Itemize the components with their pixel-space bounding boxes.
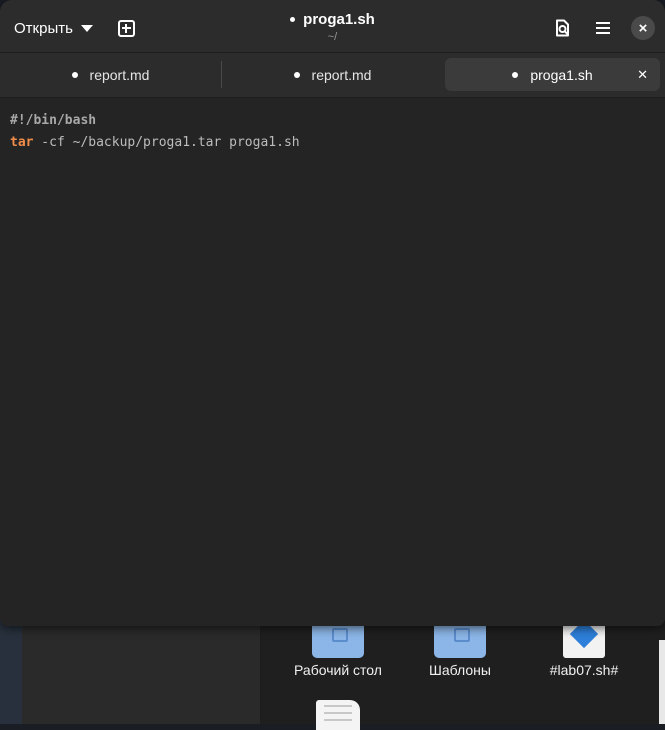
open-button[interactable]: Открыть (6, 12, 101, 44)
tab-label: proga1.sh (530, 66, 593, 83)
file-item-label: #lab07.sh# (549, 662, 619, 678)
file-item-desktop[interactable]: Рабочий стол (278, 624, 398, 678)
hamburger-menu-icon (596, 22, 610, 34)
file-item-label: Шаблоны (429, 662, 491, 678)
window-title: proga1.sh (303, 11, 375, 28)
close-icon: × (631, 16, 655, 40)
folder-desktop-icon (312, 624, 364, 658)
code-content[interactable]: #!/bin/bash tar -cf ~/backup/proga1.tar p… (10, 110, 300, 154)
tab-report-md-1[interactable]: report.md (0, 58, 221, 91)
command-keyword: tar (10, 135, 34, 150)
code-editor[interactable]: #!/bin/bash tar -cf ~/backup/proga1.tar p… (0, 98, 665, 626)
search-button[interactable] (547, 12, 579, 44)
tab-close-icon[interactable]: ✕ (637, 67, 648, 83)
tab-label: report.md (89, 66, 150, 83)
header-bar: Открыть proga1.sh ~/ × (0, 0, 665, 53)
code-line-1: #!/bin/bash (10, 110, 300, 132)
modified-indicator-icon (290, 17, 296, 22)
code-line-2: tar -cf ~/backup/proga1.tar proga1.sh (10, 132, 300, 154)
window-title-area: proga1.sh ~/ (200, 11, 465, 43)
main-menu-button[interactable] (587, 12, 619, 44)
modified-indicator-icon (71, 71, 78, 78)
document-search-icon (556, 19, 569, 37)
tab-label: report.md (311, 66, 372, 83)
script-file-icon (563, 624, 605, 658)
tab-proga1-sh[interactable]: proga1.sh ✕ (445, 58, 660, 91)
new-tab-icon (117, 19, 135, 37)
window-subtitle: ~/ (327, 31, 338, 43)
tab-bar: report.md report.md proga1.sh ✕ (0, 53, 665, 98)
tab-report-md-2[interactable]: report.md (222, 58, 443, 91)
chevron-down-icon (80, 24, 93, 32)
command-arguments: -cf ~/backup/proga1.tar proga1.sh (33, 135, 300, 150)
open-button-label: Открыть (14, 19, 73, 37)
shebang-text: #!/bin/bash (10, 113, 97, 128)
close-window-button[interactable]: × (627, 12, 659, 44)
new-tab-button[interactable] (110, 12, 142, 44)
file-item-templates[interactable]: Шаблоны (400, 624, 520, 678)
modified-indicator-icon (512, 71, 519, 78)
file-item-label: Рабочий стол (294, 662, 382, 678)
file-item-lab07[interactable]: #lab07.sh# (524, 624, 644, 678)
text-editor-window: Открыть proga1.sh ~/ × report.md report.… (0, 0, 665, 626)
modified-indicator-icon (293, 71, 300, 78)
text-file-icon[interactable] (316, 700, 360, 730)
folder-templates-icon (434, 624, 486, 658)
file-manager-scrollbar[interactable] (659, 640, 665, 724)
